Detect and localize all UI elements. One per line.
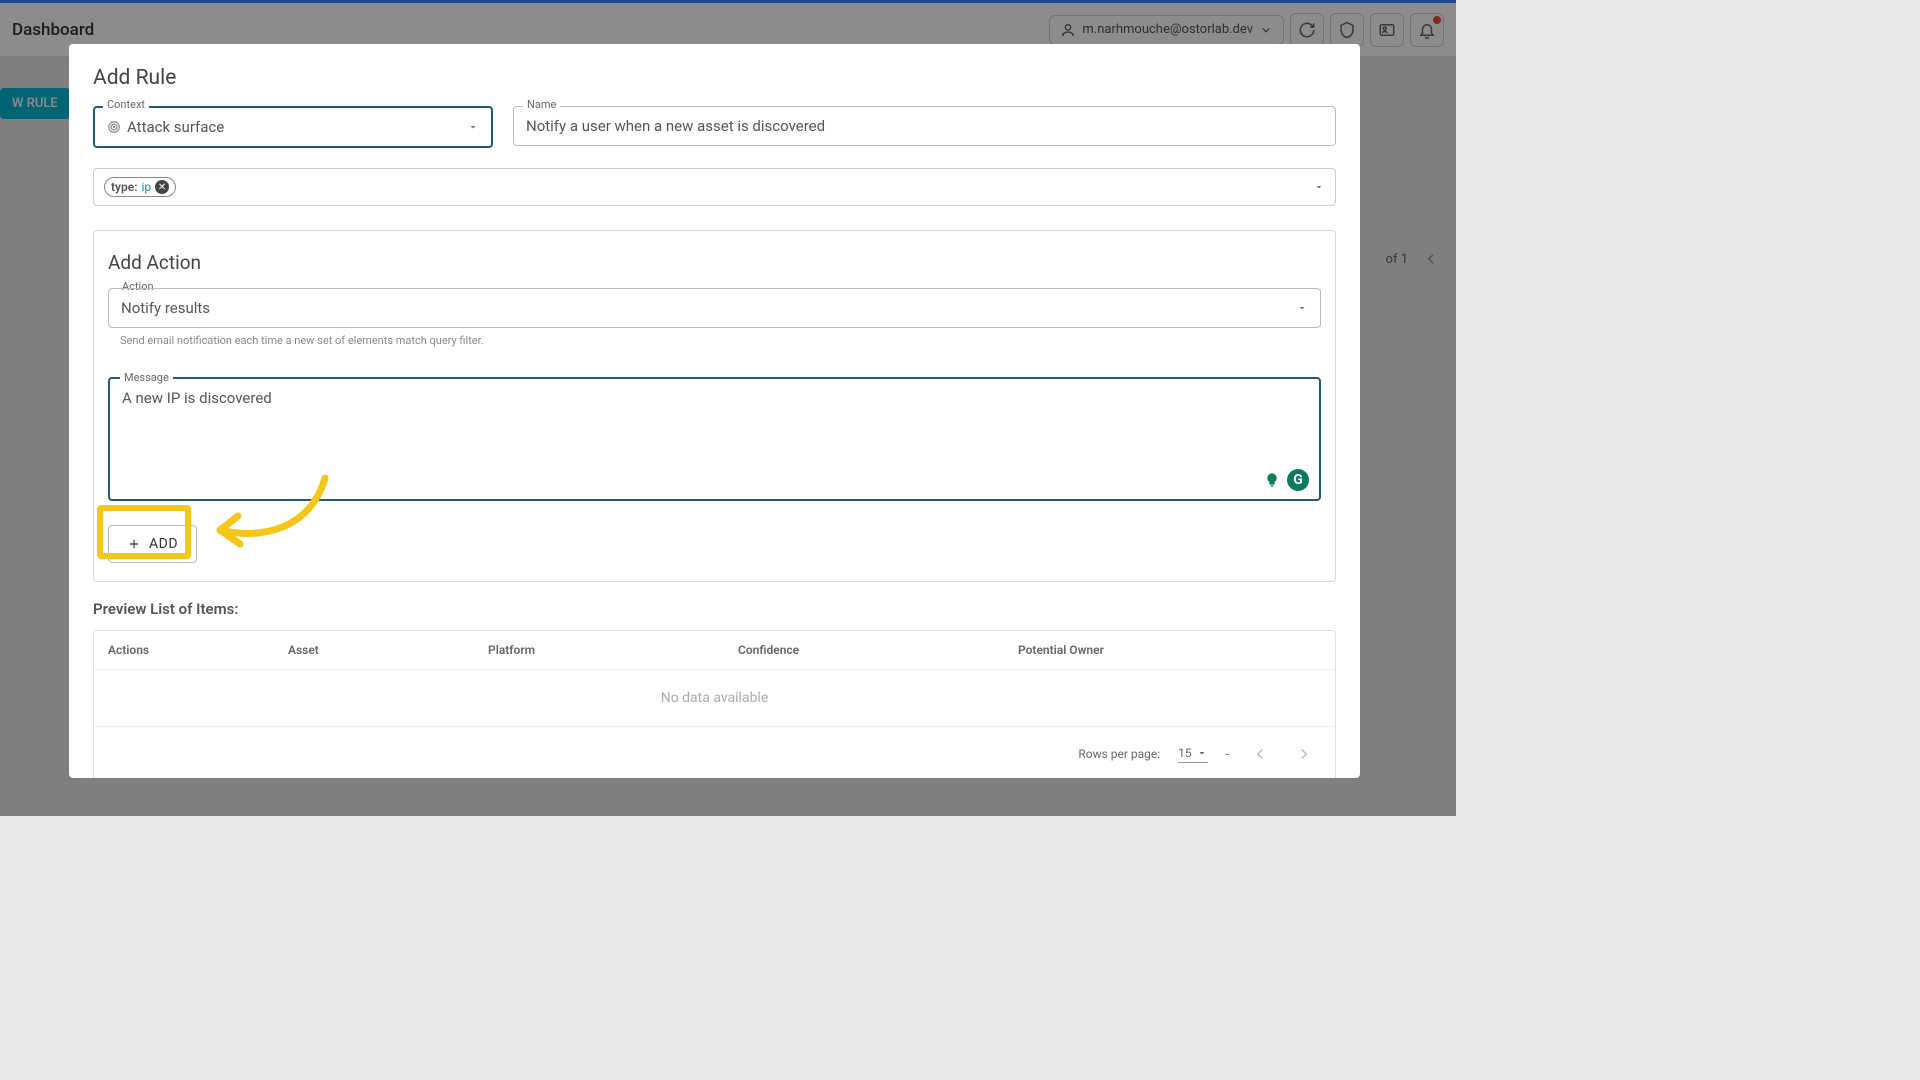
plus-icon — [127, 537, 141, 551]
th-owner: Potential Owner — [1018, 643, 1321, 657]
th-platform: Platform — [488, 643, 738, 657]
pagination-range: - — [1226, 747, 1229, 761]
next-page-button[interactable] — [1291, 741, 1317, 767]
action-select[interactable]: Notify results — [108, 288, 1321, 328]
add-action-section: Add Action Action Notify results Send em… — [93, 230, 1336, 582]
message-label: Message — [120, 371, 173, 384]
preview-table: Actions Asset Platform Confidence Potent… — [93, 630, 1336, 778]
th-actions: Actions — [108, 643, 288, 657]
add-rule-modal: Add Rule Context Attack surface Name Not… — [69, 44, 1360, 778]
context-value: Attack surface — [127, 118, 461, 136]
dropdown-arrow-icon — [467, 121, 479, 133]
action-section-title: Add Action — [108, 251, 1321, 274]
action-help-text: Send email notification each time a new … — [120, 334, 1321, 347]
add-action-button[interactable]: ADD — [108, 525, 197, 563]
filter-tag: type:ip ✕ — [104, 177, 176, 197]
context-label: Context — [103, 98, 149, 111]
rows-per-page-select[interactable]: 15 — [1178, 746, 1208, 763]
context-select[interactable]: Attack surface — [93, 106, 493, 148]
name-input[interactable]: Notify a user when a new asset is discov… — [513, 106, 1336, 146]
target-icon — [107, 120, 121, 134]
prev-page-button[interactable] — [1247, 741, 1273, 767]
dropdown-arrow-icon — [1313, 181, 1325, 193]
message-textarea[interactable]: Message A new IP is discovered G — [108, 377, 1321, 501]
table-empty-state: No data available — [94, 670, 1335, 727]
filter-tags-input[interactable]: type:ip ✕ — [93, 168, 1336, 206]
lightbulb-icon[interactable] — [1261, 469, 1283, 491]
remove-tag-icon[interactable]: ✕ — [155, 180, 169, 194]
rows-per-page-label: Rows per page: — [1078, 747, 1160, 761]
grammarly-icon[interactable]: G — [1287, 469, 1309, 491]
name-label: Name — [523, 98, 560, 111]
dropdown-arrow-icon — [1296, 302, 1308, 314]
modal-title: Add Rule — [93, 66, 1336, 90]
th-asset: Asset — [288, 643, 488, 657]
th-confidence: Confidence — [738, 643, 1018, 657]
preview-title: Preview List of Items: — [93, 600, 1336, 618]
